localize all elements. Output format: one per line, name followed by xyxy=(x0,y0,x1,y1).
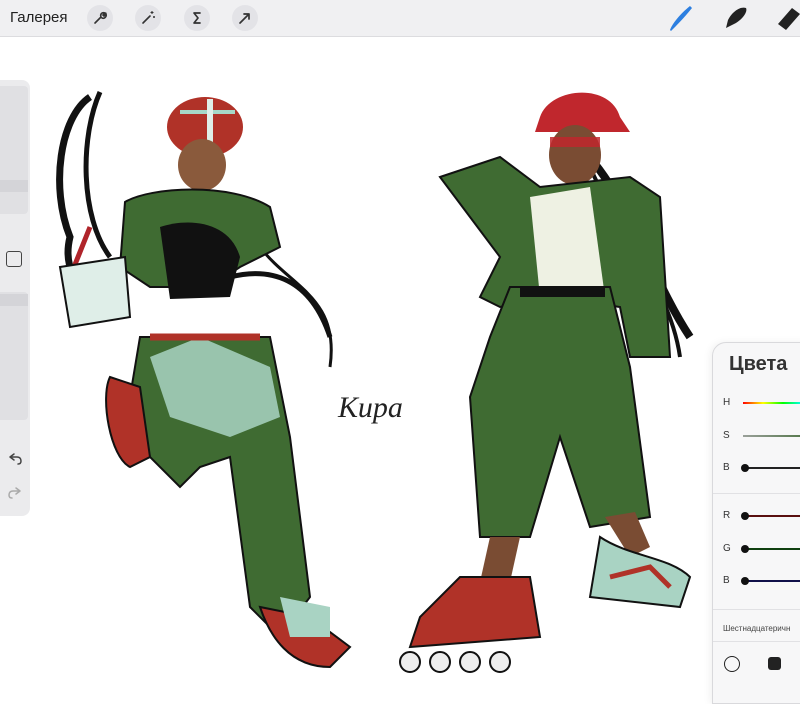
top-toolbar: Галерея xyxy=(0,0,800,37)
undo-icon[interactable] xyxy=(6,450,24,468)
saturation-label: S xyxy=(723,430,730,441)
blue-label: B xyxy=(723,575,730,586)
brightness-slider[interactable] xyxy=(743,467,800,469)
selection-s-icon[interactable] xyxy=(184,5,210,31)
magic-wand-icon[interactable] xyxy=(135,5,161,31)
hue-label: H xyxy=(723,397,731,408)
brightness-knob[interactable] xyxy=(741,464,749,472)
opacity-handle[interactable] xyxy=(0,294,28,306)
brush-size-handle[interactable] xyxy=(0,180,28,192)
green-knob[interactable] xyxy=(741,545,749,553)
green-slider[interactable] xyxy=(743,548,800,550)
right-character-illustration xyxy=(399,92,694,673)
brightness-label: B xyxy=(723,462,730,473)
colors-panel-title: Цвета xyxy=(729,353,788,375)
green-label: G xyxy=(723,543,731,554)
modify-button[interactable] xyxy=(6,251,22,267)
hue-slider[interactable] xyxy=(743,402,800,404)
red-slider[interactable] xyxy=(743,515,800,517)
wrench-icon[interactable] xyxy=(87,5,113,31)
left-character-illustration xyxy=(56,90,352,669)
opacity-slider[interactable] xyxy=(0,292,28,420)
smudge-tool-icon[interactable] xyxy=(718,2,752,34)
circle-mode-icon[interactable] xyxy=(724,656,740,672)
saturation-slider[interactable] xyxy=(743,435,800,437)
blue-slider[interactable] xyxy=(743,580,800,582)
redo-icon[interactable] xyxy=(6,484,24,502)
hex-label: Шестнадцатеричн xyxy=(723,624,791,633)
panel-divider xyxy=(713,609,800,610)
red-label: R xyxy=(723,510,731,521)
eraser-tool-icon[interactable] xyxy=(772,2,800,34)
blue-knob[interactable] xyxy=(741,577,749,585)
drawing-canvas[interactable]: Кира xyxy=(30,37,800,699)
gallery-button[interactable]: Галерея xyxy=(10,9,68,26)
brush-size-slider[interactable] xyxy=(0,86,28,214)
colors-panel: Цвета H S B R G B Шестнадцатеричн xyxy=(712,342,800,704)
panel-divider xyxy=(713,641,800,642)
artwork: Кира xyxy=(56,90,694,673)
signature-text: Кира xyxy=(337,391,403,424)
square-mode-icon[interactable] xyxy=(768,657,781,670)
panel-divider xyxy=(713,493,800,494)
left-sidebar xyxy=(0,80,30,516)
red-knob[interactable] xyxy=(741,512,749,520)
brush-tool-icon[interactable] xyxy=(662,2,696,34)
transform-arrow-icon[interactable] xyxy=(232,5,258,31)
